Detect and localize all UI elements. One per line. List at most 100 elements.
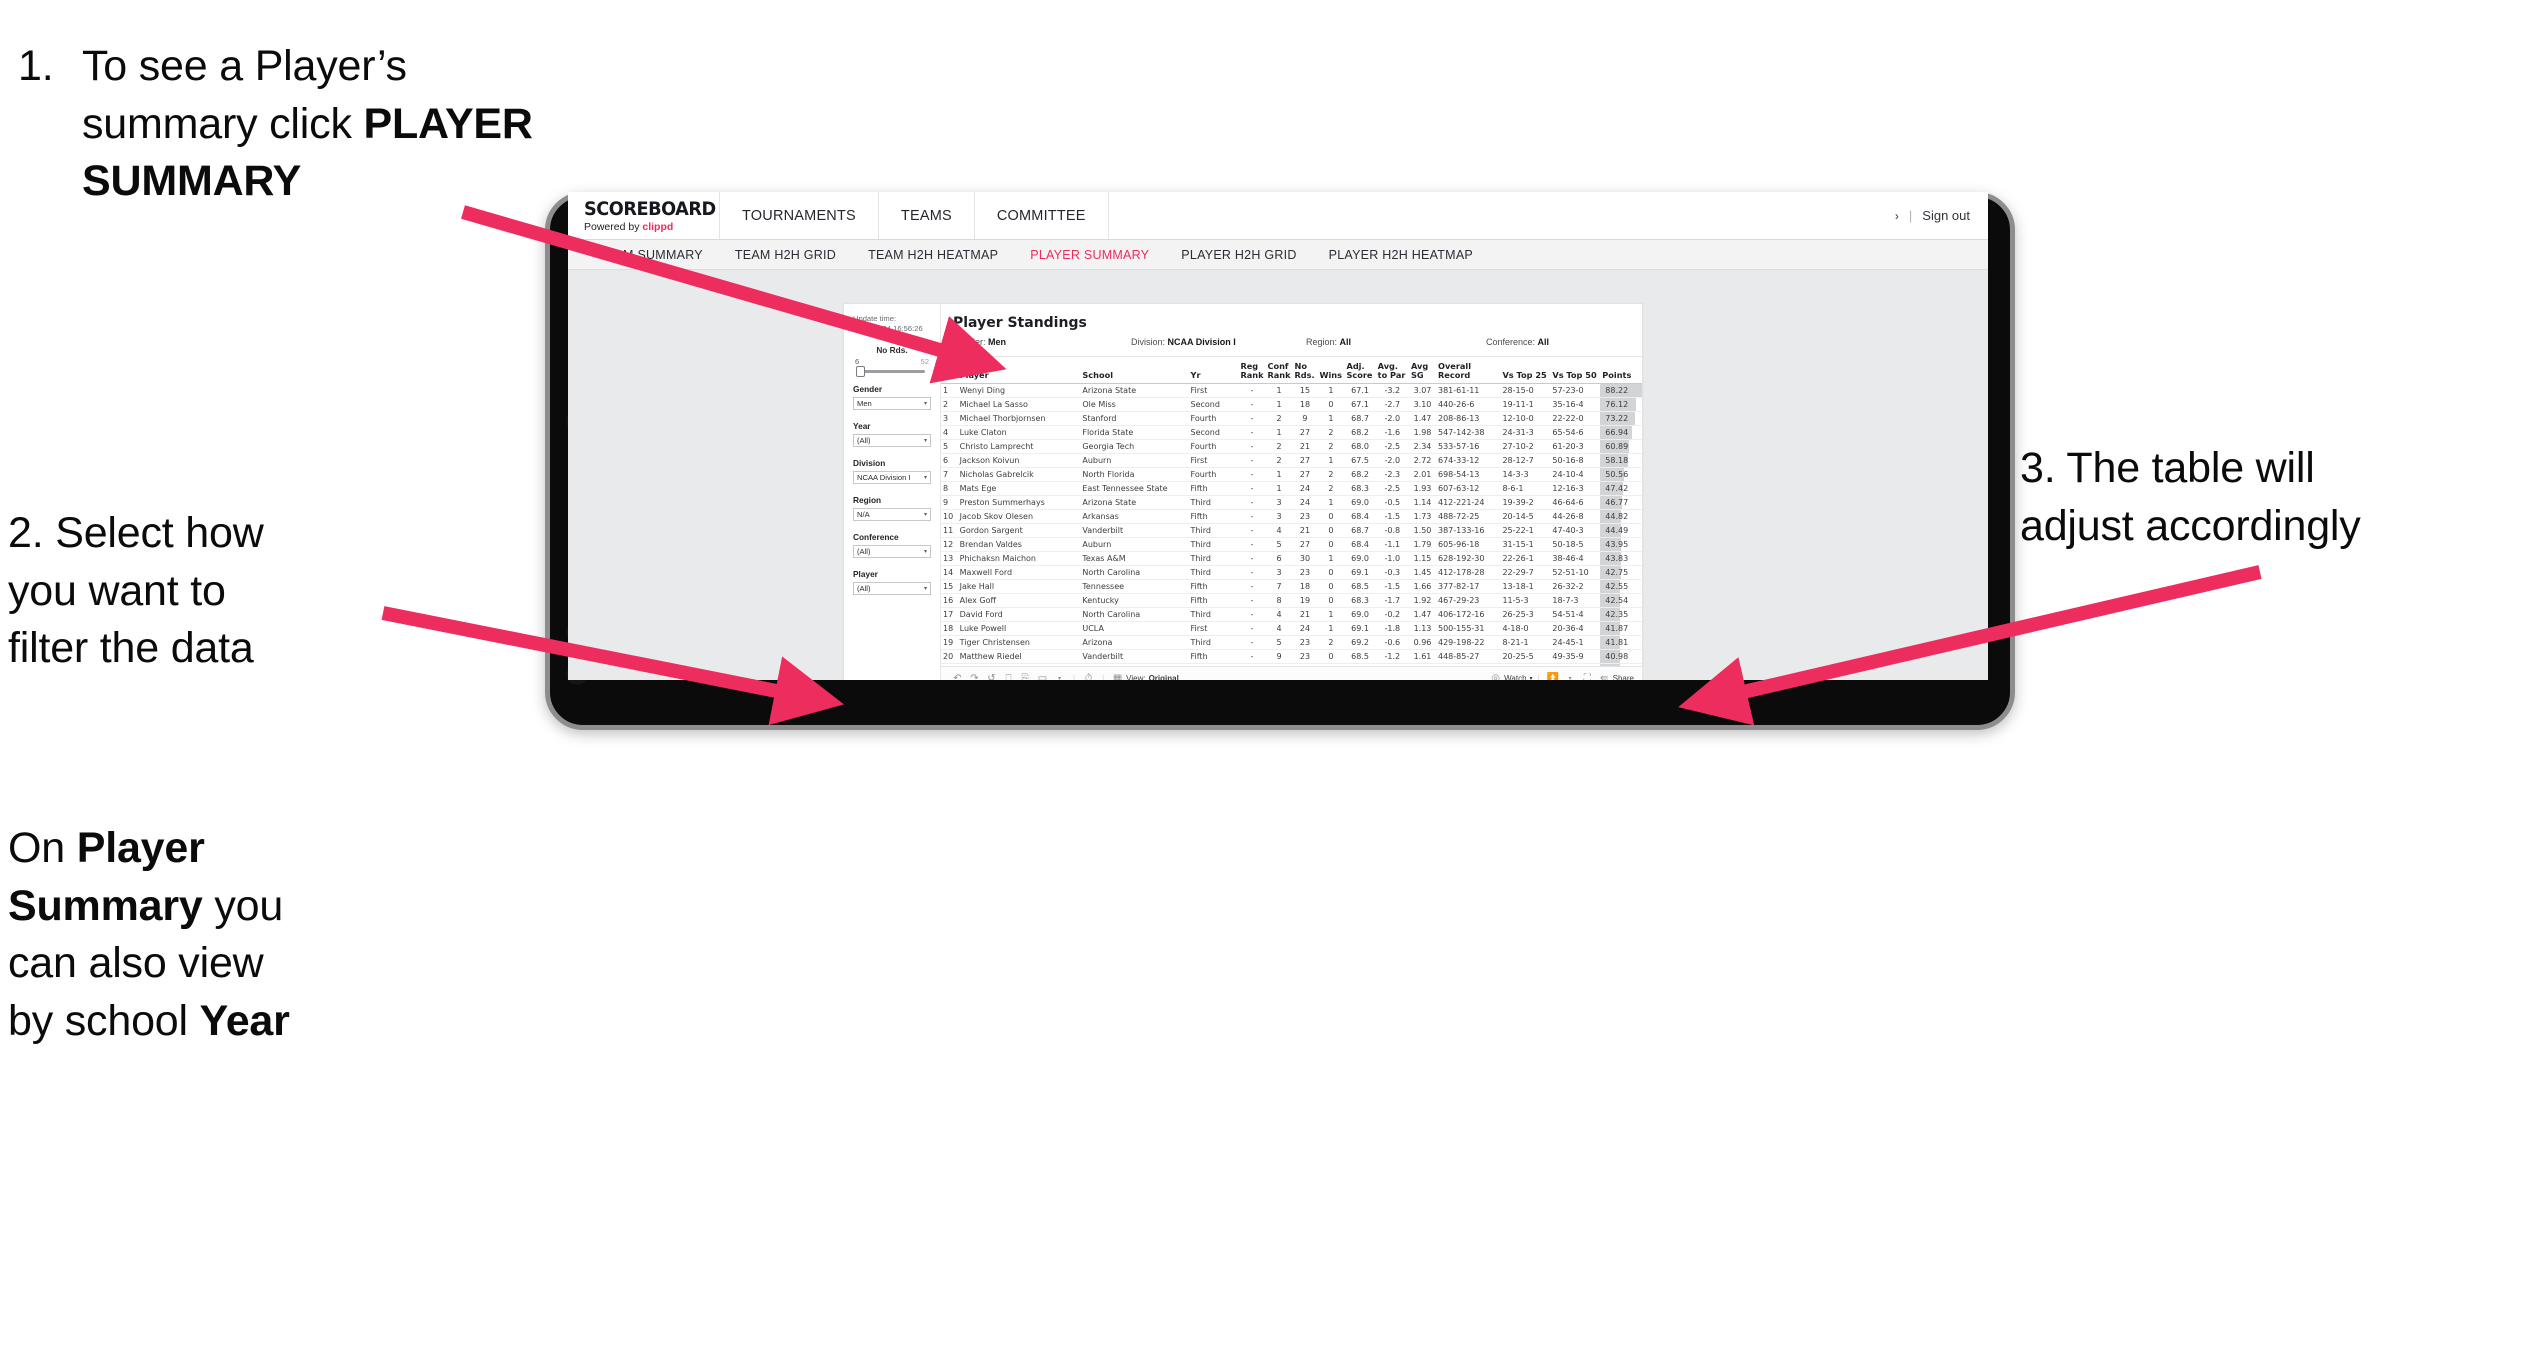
cell-yr: First xyxy=(1188,453,1239,469)
view-icon[interactable]: ▦ xyxy=(1109,673,1126,680)
col-header-reg-rank[interactable]: Reg Rank xyxy=(1238,357,1266,385)
brand-title: SCOREBOARD xyxy=(584,198,716,220)
undo-icon[interactable]: ↶ xyxy=(949,673,966,680)
table-row[interactable]: 4 Luke Claton Florida State Second -1 27 2 68.2… xyxy=(941,425,1642,441)
table-row[interactable]: 2 Michael La Sasso Ole Miss Second -1 18 0 67.1… xyxy=(941,397,1642,413)
table-row[interactable]: 15 Jake Hall Tennessee Fifth -7 18 0 68.5 -1.5 1.… xyxy=(941,579,1642,595)
cell-yr: Third xyxy=(1188,607,1239,623)
tab-team-h2h-grid[interactable]: TEAM H2H GRID xyxy=(719,248,852,262)
table-row[interactable]: 7 Nicholas Gabrelcik North Florida Fourth -1… xyxy=(941,467,1642,483)
nav-item-committee[interactable]: COMMITTEE xyxy=(975,192,1109,239)
cell-vs-top-25: 27-10-2 xyxy=(1500,439,1551,455)
filter-gender-select[interactable]: Men ▾ xyxy=(853,396,931,410)
sign-out-button[interactable]: Sign out xyxy=(1922,208,1970,223)
standings-table-wrapper[interactable]: # Player School Yr Reg Rank Conf Rank No Rds. Wins… xyxy=(941,357,1642,666)
table-row[interactable]: 13 Phichaksn Maichon Texas A&M Third -6 30 1 69… xyxy=(941,551,1642,567)
share-icon[interactable]: ⇚ xyxy=(1596,673,1613,680)
cell-points: 47.42 xyxy=(1600,481,1642,497)
col-header-no-rds[interactable]: No Rds. xyxy=(1292,357,1318,385)
col-header-school[interactable]: School xyxy=(1080,357,1189,385)
col-header-avg-to-par[interactable]: Avg. to Par xyxy=(1375,357,1409,385)
rectangle-select-icon[interactable]: ▭ xyxy=(1034,673,1051,680)
tab-player-h2h-heatmap[interactable]: PLAYER H2H HEATMAP xyxy=(1313,248,1489,262)
standings-table-head: # Player School Yr Reg Rank Conf Rank No Rds. Wins… xyxy=(941,357,1642,385)
table-row[interactable]: 19 Tiger Christensen Arizona Third -5 23 2 69.2… xyxy=(941,635,1642,651)
cell-overall-record: 467-29-23 xyxy=(1435,593,1501,609)
cell-yr: Second xyxy=(1188,425,1239,441)
fullscreen-icon[interactable]: ⛶ xyxy=(1579,673,1596,680)
col-header-vs-top-25[interactable]: Vs Top 25 xyxy=(1500,357,1551,385)
col-header-[interactable]: # xyxy=(941,357,958,385)
table-row[interactable]: 1 Wenyi Ding Arizona State First -1 15 1 67.1 -3… xyxy=(941,383,1642,399)
cell-: 20 xyxy=(941,649,958,665)
filter-player-select[interactable]: (All) ▾ xyxy=(853,581,931,595)
col-header-points[interactable]: Points xyxy=(1600,357,1642,385)
table-row[interactable]: 11 Gordon Sargent Vanderbilt Third -4 21 0 68.7… xyxy=(941,523,1642,539)
col-header-player[interactable]: Player xyxy=(957,357,1081,385)
cell-school: Washington xyxy=(1080,663,1189,666)
table-row[interactable]: 20 Matthew Riedel Vanderbilt Fifth -9 23 0 68.5… xyxy=(941,649,1642,665)
download-icon[interactable]: ⏫ xyxy=(1545,673,1562,680)
cell-reg-rank: - xyxy=(1238,397,1266,413)
revert-icon[interactable]: ↺ xyxy=(983,673,1000,680)
col-header-adj-score[interactable]: Adj. Score xyxy=(1344,357,1376,385)
tab-team-h2h-heatmap[interactable]: TEAM H2H HEATMAP xyxy=(852,248,1014,262)
watch-button[interactable]: Watch ▾ xyxy=(1504,674,1532,680)
table-row[interactable]: 3 Michael Thorbjornsen Stanford Fourth -2 9 1 6… xyxy=(941,411,1642,427)
tab-player-h2h-grid[interactable]: PLAYER H2H GRID xyxy=(1165,248,1312,262)
cell-player: Nicholas Gabrelcik xyxy=(957,467,1081,483)
table-row[interactable]: 21Taehoon SongWashingtonFourth-623169.2-… xyxy=(941,663,1642,666)
caret-down-icon[interactable]: ▾ xyxy=(1051,675,1068,680)
cell-points: 60.89 xyxy=(1600,439,1642,455)
filter-year-select[interactable]: (All) ▾ xyxy=(853,433,931,447)
col-header-wins[interactable]: Wins xyxy=(1317,357,1345,385)
table-row[interactable]: 16 Alex Goff Kentucky Fifth -8 19 0 68.3 -1.7 1.9… xyxy=(941,593,1642,609)
cell-: 5 xyxy=(941,439,958,455)
cell-conf-rank: 5 xyxy=(1265,537,1293,553)
cell-player: David Ford xyxy=(957,607,1081,623)
table-row[interactable]: 10 Jacob Skov Olesen Arkansas Fifth -3 23 0 68.… xyxy=(941,509,1642,525)
table-row[interactable]: 18 Luke Powell UCLA First -4 24 1 69.1 -1.8 1.13 5… xyxy=(941,621,1642,637)
points-value: 41.87 xyxy=(1605,624,1629,634)
filter-conference-select[interactable]: (All) ▾ xyxy=(853,544,931,558)
tab-player-summary[interactable]: PLAYER SUMMARY xyxy=(1014,248,1165,262)
col-header-overall-record[interactable]: Overall Record xyxy=(1435,357,1501,385)
table-row[interactable]: 6 Jackson Koivun Auburn First -2 27 1 67.5 -2.0 2… xyxy=(941,453,1642,469)
col-header-yr[interactable]: Yr xyxy=(1188,357,1239,385)
col-header-avg-sg[interactable]: Avg SG xyxy=(1408,357,1436,385)
cell-adj-score: 67.1 xyxy=(1344,383,1376,399)
brand-logo[interactable]: SCOREBOARD Powered by clippd xyxy=(568,192,720,239)
refresh-icon[interactable]: ⎕ xyxy=(1000,673,1017,680)
col-header-vs-top-50[interactable]: Vs Top 50 xyxy=(1550,357,1601,385)
nav-item-teams[interactable]: TEAMS xyxy=(879,192,975,239)
cell-adj-score: 68.0 xyxy=(1344,439,1376,455)
filter-division-select[interactable]: NCAA Division I ▾ xyxy=(853,470,931,484)
chevron-right-icon[interactable]: › xyxy=(1895,209,1899,223)
table-row[interactable]: 5 Christo Lamprecht Georgia Tech Fourth -2 21… xyxy=(941,439,1642,455)
watch-icon[interactable]: ◎ xyxy=(1487,673,1504,680)
table-row[interactable]: 9 Preston Summerhays Arizona State Third -3 2… xyxy=(941,495,1642,511)
view-selector[interactable]: View: Original xyxy=(1126,674,1179,680)
pause-icon[interactable]: ⎘ xyxy=(1017,673,1034,680)
table-row[interactable]: 14 Maxwell Ford North Carolina Third -3 23 0 69… xyxy=(941,565,1642,581)
filter-no-rounds[interactable]: No Rds. 6 52 xyxy=(853,345,931,377)
history-icon[interactable]: ⏱ xyxy=(1080,673,1097,680)
filter-region-select[interactable]: N/A ▾ xyxy=(853,507,931,521)
cell-avg-to-par: -1.5 xyxy=(1375,509,1409,525)
filter-no-rounds-track[interactable] xyxy=(856,365,925,377)
tab-team-summary[interactable]: TEAM SUMMARY xyxy=(582,248,719,262)
nav-item-tournaments[interactable]: TOURNAMENTS xyxy=(720,192,879,239)
redo-icon[interactable]: ↷ xyxy=(966,673,983,680)
filter-no-rounds-handle[interactable] xyxy=(856,365,865,377)
cell-points: 46.77 xyxy=(1600,495,1642,511)
col-header-conf-rank[interactable]: Conf Rank xyxy=(1265,357,1293,385)
table-row[interactable]: 12 Brendan Valdes Auburn Third -5 27 0 68.4 -1.1… xyxy=(941,537,1642,553)
cell-player: Wenyi Ding xyxy=(957,383,1081,399)
chevron-down-icon[interactable]: ▾ xyxy=(1562,675,1579,680)
cell-conf-rank: 5 xyxy=(1265,635,1293,651)
share-button[interactable]: Share xyxy=(1613,674,1634,680)
cell-points: 43.83 xyxy=(1600,551,1642,567)
table-row[interactable]: 17 David Ford North Carolina Third -4 21 1 69.0… xyxy=(941,607,1642,623)
annotation-step-1-number: 1. xyxy=(18,42,54,90)
table-row[interactable]: 8 Mats Ege East Tennessee State Fifth -1 24 2 6… xyxy=(941,481,1642,497)
